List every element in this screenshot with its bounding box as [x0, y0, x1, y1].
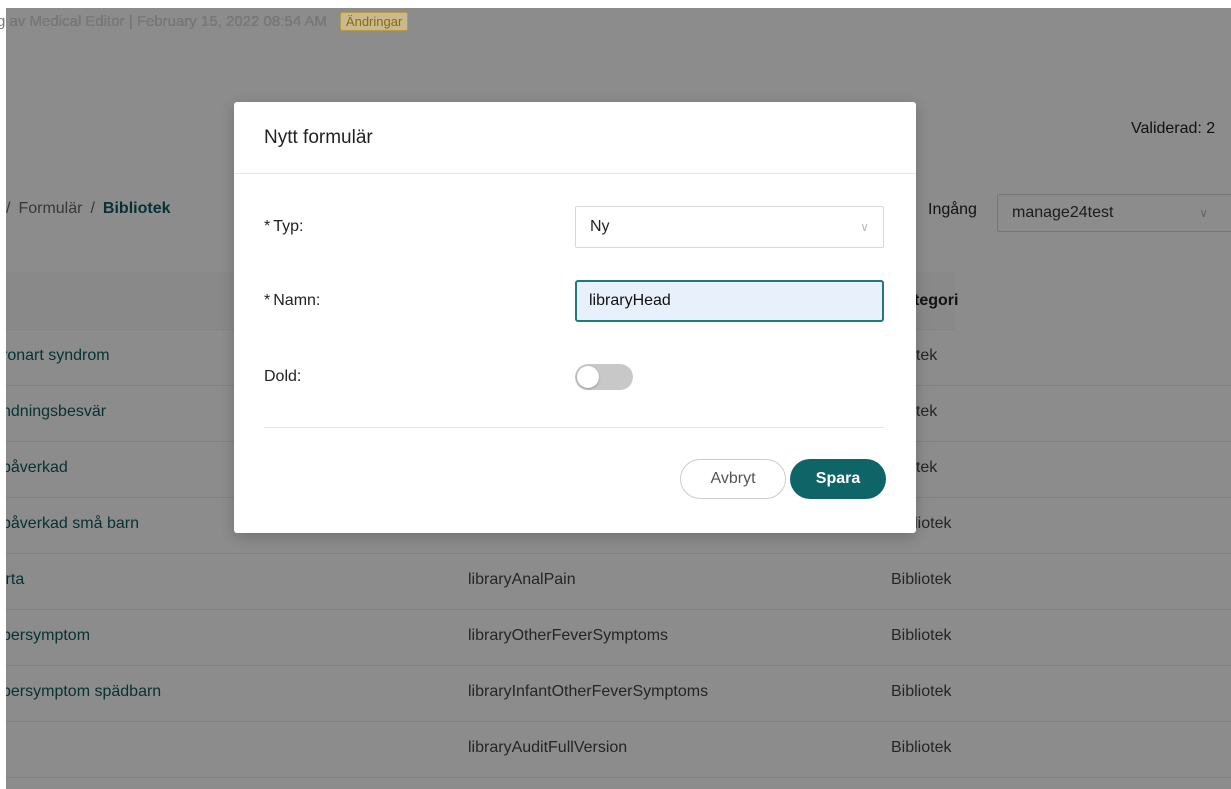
required-mark: *	[264, 218, 271, 235]
type-label: * Typ:	[264, 218, 303, 236]
new-form-dialog: Nytt formulär *Typ: Ny ∨ *Namn: Dold: Av…	[234, 102, 916, 533]
page-edge	[0, 0, 1231, 8]
name-label-text: Namn:	[273, 292, 321, 309]
chevron-down-icon: ∨	[860, 220, 869, 234]
name-input[interactable]	[575, 280, 884, 322]
type-label-text: Typ:	[273, 218, 304, 235]
name-field-wrapper	[575, 280, 884, 322]
type-select[interactable]: Ny ∨	[575, 206, 884, 248]
dialog-divider	[264, 427, 884, 428]
changes-badge: Ändringar	[339, 11, 409, 31]
hidden-label: Dold:	[264, 368, 302, 385]
dialog-title: Nytt formulär	[234, 102, 916, 174]
type-select-box[interactable]: Ny ∨	[575, 206, 884, 248]
name-label: * Namn:	[264, 292, 320, 310]
save-button[interactable]: Spara	[790, 459, 886, 499]
version-meta-text: g av Medical Editor | February 15, 2022 …	[0, 12, 327, 30]
required-mark: *	[264, 292, 271, 309]
toggle-knob	[577, 366, 599, 388]
hidden-row: Dold:	[264, 356, 884, 398]
page-edge	[0, 0, 6, 789]
hidden-toggle[interactable]	[575, 364, 633, 390]
name-row: * Namn:	[264, 280, 884, 322]
hidden-toggle-wrapper	[575, 356, 884, 398]
cancel-button[interactable]: Avbryt	[680, 459, 786, 499]
version-info-overlay: g av Medical Editor | February 15, 2022 …	[0, 8, 409, 34]
type-row: * Typ: Ny ∨	[264, 206, 884, 248]
type-select-value: Ny	[590, 218, 610, 235]
